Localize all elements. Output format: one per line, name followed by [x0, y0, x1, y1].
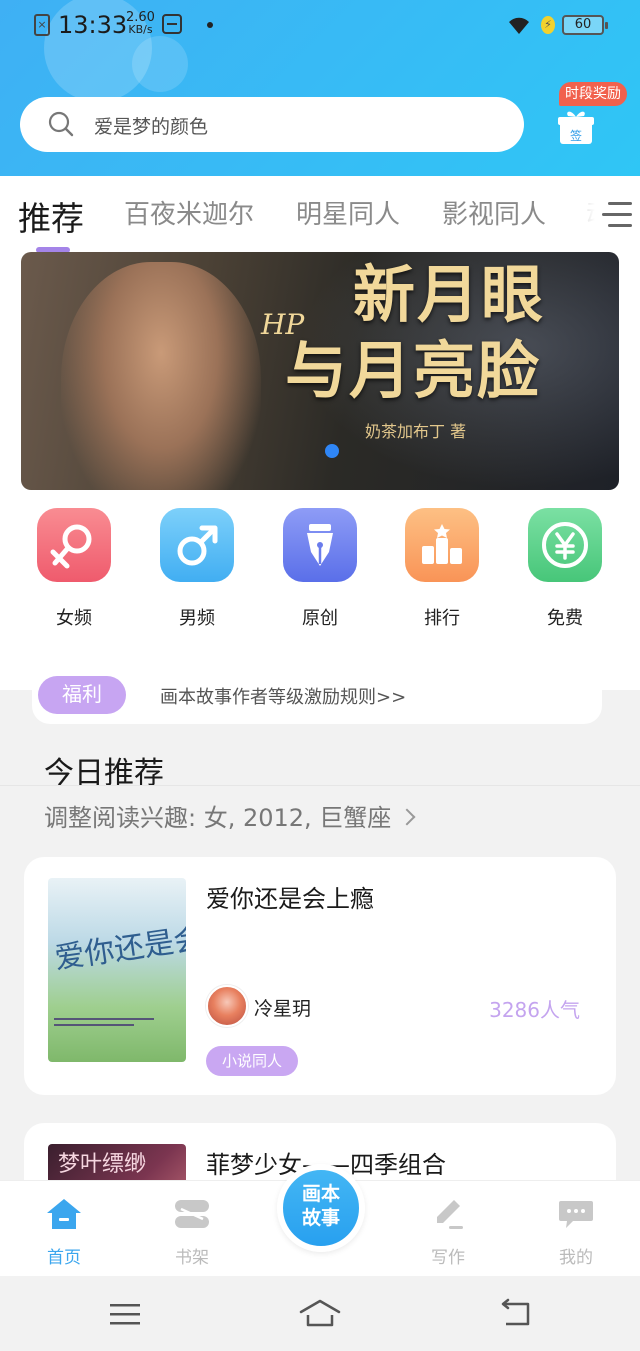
popularity-count: 3286人气 — [489, 998, 580, 1022]
category-label: 排行 — [424, 608, 460, 629]
back-icon[interactable] — [498, 1298, 532, 1328]
book-cover-title: 爱你还是会上瘾 — [52, 912, 186, 977]
system-nav-bar — [0, 1276, 640, 1351]
book-card[interactable]: 爱你还是会上瘾 爱你还是会上瘾 冷星玥 3286人气 小说同人 — [24, 857, 616, 1095]
divider — [0, 785, 640, 786]
category-label: 免费 — [547, 608, 583, 629]
ranking-icon — [405, 508, 479, 582]
sim-card-icon: × — [34, 14, 50, 36]
menu-icon[interactable] — [602, 198, 634, 232]
chevron-right-icon — [398, 808, 416, 826]
download-icon — [162, 14, 182, 34]
status-time: 13:33 — [58, 11, 128, 39]
reward-badge[interactable]: 时段奖励 — [559, 82, 627, 106]
cover-decor — [54, 1018, 154, 1026]
category-label: 女频 — [56, 608, 92, 629]
charging-icon: ⚡ — [541, 16, 555, 34]
home-system-icon[interactable] — [298, 1298, 342, 1328]
search-icon — [48, 111, 74, 137]
network-speed-unit: KB/s — [128, 23, 153, 36]
gift-icon[interactable]: 签 — [557, 108, 595, 146]
category-free[interactable]: 免费 — [525, 508, 605, 630]
battery-icon: 60 — [562, 15, 608, 35]
reading-interest-link[interactable]: 调整阅读兴趣: 女, 2012, 巨蟹座 — [44, 798, 416, 833]
search-bar[interactable]: 爱是梦的颜色 — [20, 97, 524, 152]
banner-title-line1: 新月眼 — [353, 258, 546, 331]
female-icon — [37, 508, 111, 582]
category-male[interactable]: 男频 — [157, 508, 237, 630]
promo-banner[interactable]: HP 新月眼 与月亮脸 奶茶加布丁 著 — [21, 252, 619, 490]
search-placeholder: 爱是梦的颜色 — [94, 116, 209, 138]
gift-label: 签 — [570, 128, 582, 143]
pen-nib-icon — [283, 508, 357, 582]
genre-tag[interactable]: 小说同人 — [206, 1046, 299, 1076]
network-speed: 2.60 KB/s — [126, 11, 155, 36]
tab-celebrity-fanfic[interactable]: 明星同人 — [296, 194, 400, 231]
recent-apps-icon[interactable] — [108, 1300, 142, 1328]
center-button-line2: 故事 — [301, 1207, 340, 1229]
category-female[interactable]: 女频 — [34, 508, 114, 630]
nav-label: 书架 — [175, 1248, 209, 1268]
yuan-icon — [528, 508, 602, 582]
nav-label: 写作 — [431, 1248, 465, 1268]
nav-home[interactable]: 首页 — [24, 1197, 104, 1268]
story-center-button[interactable]: 画本 故事 — [277, 1164, 365, 1252]
tab-mikael[interactable]: 百夜米迦尔 — [124, 194, 254, 231]
book-cover-title: 梦叶缥缈 — [58, 1152, 147, 1177]
category-original[interactable]: 原创 — [280, 508, 360, 630]
nav-write[interactable]: 写作 — [408, 1197, 488, 1268]
banner-title-line2: 与月亮脸 — [285, 334, 542, 407]
nav-bookshelf[interactable]: 书架 — [152, 1197, 232, 1268]
book-title[interactable]: 爱你还是会上瘾 — [206, 879, 374, 914]
chat-bubble-icon — [559, 1201, 593, 1228]
notification-dot-icon — [207, 22, 213, 28]
male-icon — [160, 508, 234, 582]
author-name[interactable]: 冷星玥 — [254, 994, 311, 1021]
book-cover[interactable]: 爱你还是会上瘾 — [48, 878, 186, 1062]
welfare-link[interactable]: 画本故事作者等级激励规则>> — [160, 683, 406, 709]
category-grid: 女频 男频 原创 排行 免费 — [0, 508, 640, 638]
banner-author: 奶茶加布丁 著 — [365, 422, 467, 441]
category-label: 原创 — [302, 608, 338, 629]
banner-portrait — [61, 262, 261, 490]
status-bar: × 13:33 2.60 KB/s ⚡ 60 — [0, 8, 640, 44]
decor-bubble — [132, 36, 188, 92]
pencil-icon — [437, 1200, 463, 1229]
category-label: 男频 — [179, 608, 215, 629]
bookshelf-icon — [175, 1200, 209, 1228]
nav-profile[interactable]: 我的 — [536, 1197, 616, 1268]
nav-label: 我的 — [559, 1248, 593, 1268]
tab-recommend[interactable]: 推荐 — [18, 192, 84, 240]
reading-interest-text: 调整阅读兴趣: 女, 2012, 巨蟹座 — [44, 804, 392, 832]
category-tabs: 推荐 百夜米迦尔 明星同人 影视同人 动 — [0, 176, 640, 253]
home-icon — [47, 1199, 81, 1229]
carousel-indicator[interactable] — [325, 444, 339, 458]
center-button-label: 画本 故事 — [283, 1182, 359, 1230]
tab-film-fanfic[interactable]: 影视同人 — [442, 194, 546, 231]
center-button-line1: 画本 — [301, 1183, 340, 1205]
welfare-badge: 福利 — [38, 676, 126, 714]
wifi-icon — [506, 14, 532, 42]
avatar[interactable] — [206, 985, 248, 1027]
welfare-bar[interactable]: 福利 画本故事作者等级激励规则>> — [32, 668, 602, 724]
category-ranking[interactable]: 排行 — [402, 508, 482, 630]
nav-label: 首页 — [47, 1248, 81, 1268]
